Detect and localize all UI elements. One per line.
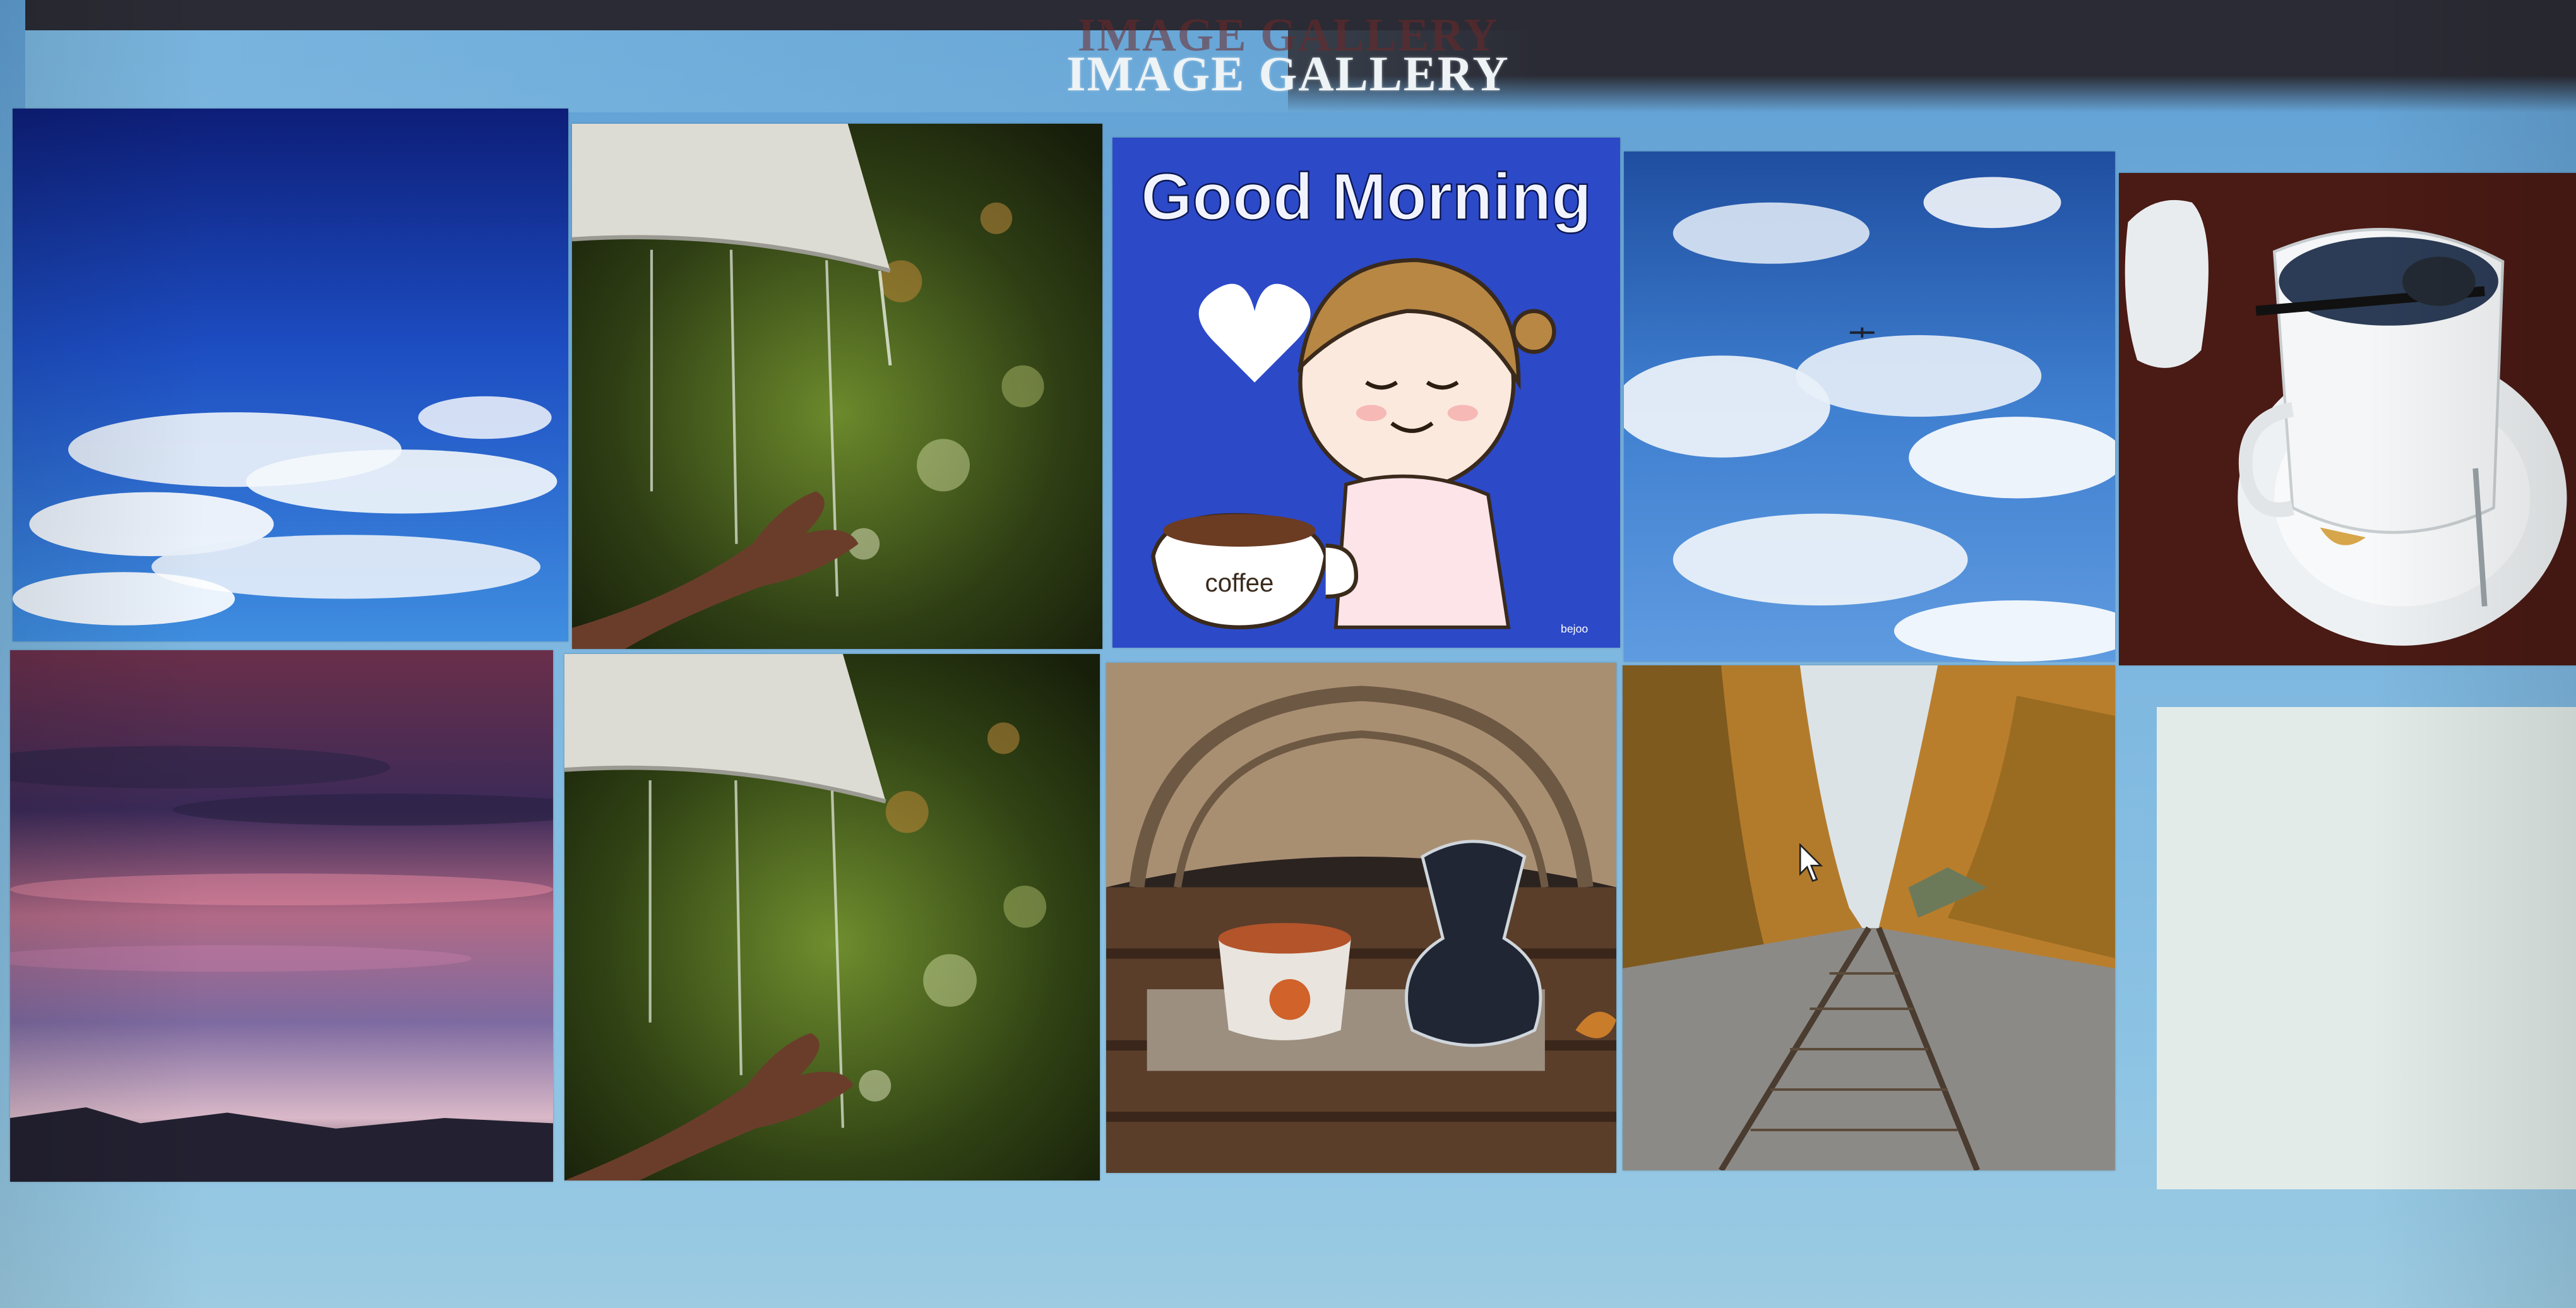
artist-signature: bejoo <box>1561 622 1588 635</box>
mouse-pointer-icon <box>1798 843 1827 885</box>
gallery-image-autumn-railroad[interactable] <box>1623 665 2115 1170</box>
coffee-cup-text: coffee <box>1205 569 1274 597</box>
gallery-image-blue-sky[interactable] <box>13 109 568 641</box>
good-morning-text: Good Morning <box>1141 160 1592 234</box>
gallery-image-coffee-cup[interactable] <box>2119 173 2576 665</box>
page-title: IMAGE GALLERY <box>1066 46 1510 101</box>
gallery-image-empty-placeholder[interactable] <box>2157 707 2576 1189</box>
gallery-image-coffee-pumpkin[interactable] <box>1106 663 1616 1173</box>
gallery-image-rain-umbrella-2[interactable] <box>564 654 1100 1180</box>
gallery-image-purple-sunset[interactable] <box>10 650 553 1182</box>
gallery-image-good-morning[interactable]: Good Morning coffee bejoo <box>1112 138 1620 648</box>
gallery-image-rain-umbrella[interactable] <box>572 124 1102 649</box>
gallery-image-sky-airplane[interactable] <box>1624 152 2115 662</box>
